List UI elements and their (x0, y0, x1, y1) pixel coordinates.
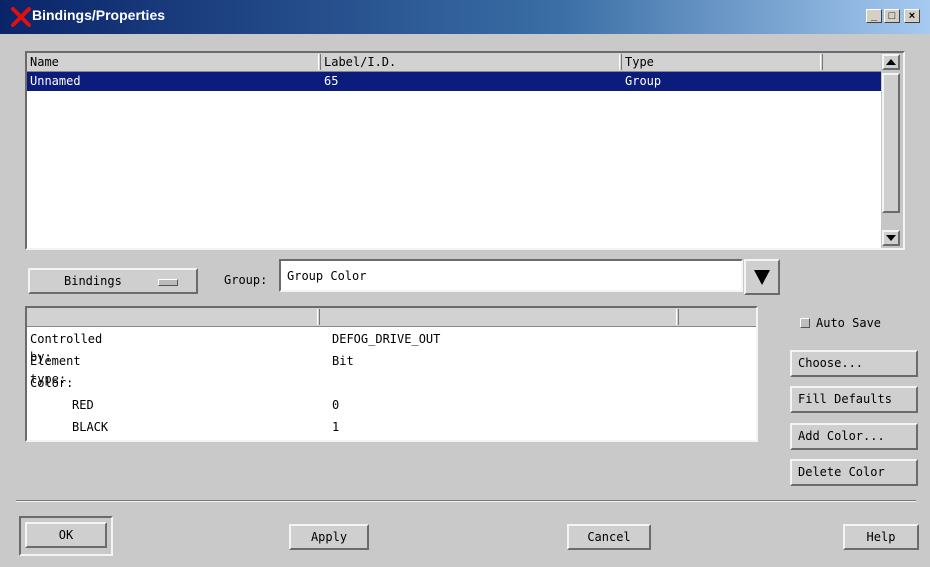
row-label-id: 65 (324, 74, 339, 88)
maximize-button[interactable]: □ (884, 9, 900, 23)
property-value: DEFOG_DRIVE_OUT (332, 332, 441, 346)
group-label: Group: (224, 273, 268, 287)
close-button[interactable]: × (904, 9, 920, 23)
objects-list-header: Name Label/I.D. Type (27, 53, 882, 72)
delete-color-button[interactable]: Delete Color (790, 459, 918, 486)
column-header-name[interactable]: Name (27, 53, 59, 71)
help-button[interactable]: Help (843, 524, 919, 550)
column-divider[interactable] (317, 309, 320, 325)
scroll-down-arrow-icon[interactable] (882, 230, 900, 246)
title-bar: Bindings/Properties _ □ × (0, 0, 930, 34)
scroll-up-arrow-icon[interactable] (882, 54, 900, 70)
auto-save-label: Auto Save (816, 316, 882, 330)
properties-table-header (27, 308, 756, 327)
choose-button[interactable]: Choose... (790, 350, 918, 377)
column-header-type[interactable]: Type (622, 53, 654, 71)
divider (16, 500, 916, 502)
group-field[interactable]: Group Color (279, 259, 743, 292)
group-field-value: Group Color (287, 269, 367, 283)
properties-table[interactable]: Controlled by: DEFOG_DRIVE_OUT Element t… (25, 306, 758, 442)
column-divider[interactable] (820, 54, 823, 70)
objects-list[interactable]: Name Label/I.D. Type Unnamed 65 Group (25, 51, 905, 250)
window-title: Bindings/Properties (32, 7, 166, 23)
auto-save-checkbox[interactable] (800, 318, 810, 328)
cancel-button[interactable]: Cancel (567, 524, 651, 550)
property-key: BLACK (72, 420, 109, 434)
property-key: Color: (30, 376, 74, 390)
option-menu-label: Bindings (64, 274, 122, 288)
apply-button[interactable]: Apply (289, 524, 369, 550)
group-dropdown-button[interactable] (744, 259, 780, 295)
column-divider[interactable] (676, 309, 679, 325)
option-menu-indicator-icon (158, 279, 178, 286)
row-type: Group (625, 74, 662, 88)
table-row[interactable]: Unnamed 65 Group (27, 72, 900, 91)
property-key: RED (72, 398, 94, 412)
app-x-icon (11, 7, 31, 27)
scrollbar-thumb[interactable] (882, 73, 900, 213)
property-value: 1 (332, 420, 340, 434)
fill-defaults-button[interactable]: Fill Defaults (790, 386, 918, 413)
property-value: Bit (332, 354, 354, 368)
property-value: 0 (332, 398, 340, 412)
add-color-button[interactable]: Add Color... (790, 423, 918, 450)
row-name: Unnamed (30, 74, 81, 88)
bindings-option-menu[interactable]: Bindings (28, 268, 198, 294)
column-header-label-id[interactable]: Label/I.D. (321, 53, 396, 71)
vertical-scrollbar[interactable] (881, 53, 903, 248)
triangle-down-icon (754, 270, 770, 285)
ok-button[interactable]: OK (25, 522, 107, 548)
minimize-button[interactable]: _ (866, 9, 882, 23)
